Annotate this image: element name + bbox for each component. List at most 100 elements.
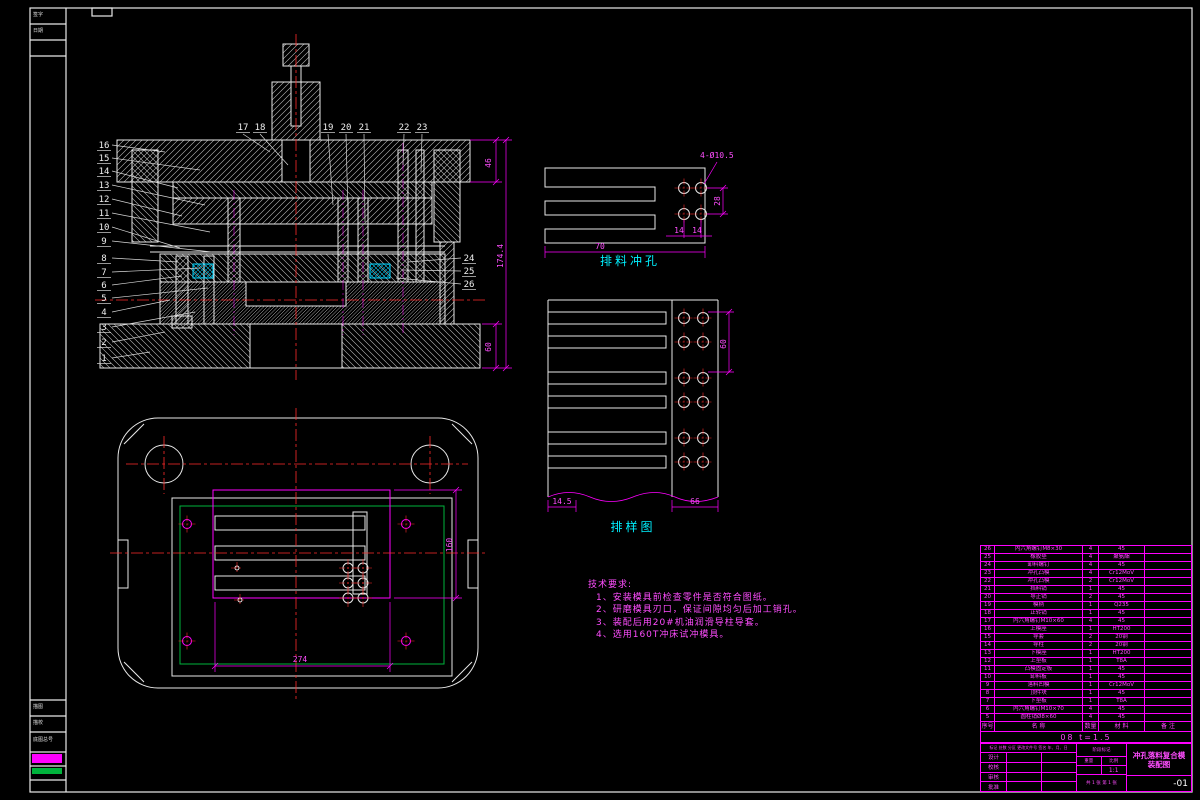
table-row: 6 内六角螺钉M10×70 4 45	[981, 706, 1191, 714]
layer-swatch-magenta	[32, 754, 62, 763]
part-number: 4	[101, 308, 106, 318]
part-number: 20	[341, 123, 352, 133]
strip-slot	[547, 311, 667, 325]
role-approve: 批准	[981, 782, 1007, 791]
plan-dims: 274 160	[214, 489, 462, 672]
margin-label: 描校	[33, 720, 44, 726]
part-number: 8	[101, 254, 106, 264]
table-row: 23 冲孔凸模 4 Cr12MoV	[981, 570, 1191, 578]
part-number: 10	[99, 223, 110, 233]
guide-bushing-right	[433, 149, 461, 243]
strip-slot	[547, 395, 667, 409]
punch-detail-label: 排料冲孔	[600, 253, 660, 268]
part-number: 25	[464, 267, 475, 277]
part-number: 13	[99, 181, 110, 191]
table-row: 16 上模座 1 HT200	[981, 626, 1191, 634]
table-row: 10 卸料板 1 45	[981, 674, 1191, 682]
table-row: 9 落料凹模 1 Cr12MoV	[981, 682, 1191, 690]
detail-dims: 4-Ø10.5 28 70 14 14	[544, 150, 734, 258]
dim-width: 70	[595, 242, 605, 251]
role-review: 审核	[981, 772, 1007, 782]
part-number: 11	[99, 209, 110, 219]
table-row: 22 冲孔凸模 2 Cr12MoV	[981, 578, 1191, 586]
title-block-header: 标记 处数 分区 更改文件号 签名 年、月、日	[981, 744, 1076, 753]
dim-upper-plate: 46	[484, 158, 493, 168]
table-row: 19 模柄 1 Q235	[981, 602, 1191, 610]
svg-text:14: 14	[692, 226, 702, 235]
role-design: 设计	[981, 753, 1007, 762]
material-row: 08 t=1.5	[1060, 732, 1112, 742]
title-block: 标记 处数 分区 更改文件号 签名 年、月、日 设计 校核 审核 批准 阶段标记…	[980, 743, 1192, 792]
part-number: 14	[99, 167, 110, 177]
role-check: 校核	[981, 762, 1007, 772]
table-row: 17 内六角螺钉M10×60 4 45	[981, 618, 1191, 626]
dim-holes: 4-Ø10.5	[700, 150, 734, 160]
part-number: 2	[101, 338, 106, 348]
dim-strip-width: 66	[690, 497, 700, 506]
section-view	[99, 43, 481, 369]
part-number: 21	[359, 123, 370, 133]
table-row: 24 卸料螺钉 4 45	[981, 562, 1191, 570]
margin-label: 签字	[33, 12, 44, 18]
table-row: 20 导正销 2 45	[981, 594, 1191, 602]
parts-table-header: 序号 名 称 数量 材 料 备 注	[981, 722, 1191, 732]
cad-drawing[interactable]: 46 174.4 60 274 160 4-Ø10.5 28 70 14 14 …	[0, 0, 1200, 800]
strip-slot	[547, 371, 667, 385]
punch-holder-plate	[172, 197, 433, 225]
table-row: 25 橡胶垫 4 聚氨酯	[981, 554, 1191, 562]
plan-view	[117, 417, 479, 689]
table-row: 8 顶件块 1 45	[981, 690, 1191, 698]
parts-table-rows: 26 内六角螺钉M8×30 4 45 25 橡胶垫 4 聚氨酯 24 卸料螺钉 4 45 23 冲孔凸模 4…	[981, 546, 1191, 722]
tech-note-line: 2、研磨模具刃口，保证间隙均匀后加工销孔。	[596, 605, 803, 615]
dim-pitch: 28	[713, 196, 722, 206]
strip-layout-label: 排样图	[610, 519, 655, 534]
part-number: 18	[255, 123, 266, 133]
table-row: 7 下垫板 1 T8A	[981, 698, 1191, 706]
table-row: 15 导套 2 20钢	[981, 634, 1191, 642]
part-number: 19	[323, 123, 334, 133]
layer-swatch-green	[32, 768, 62, 774]
tech-note-line: 1、安装模具前检查零件是否符合图纸。	[596, 592, 773, 603]
scale-label: 比例	[1109, 759, 1119, 764]
strip-slot	[547, 335, 667, 349]
dim-lower-plate: 60	[484, 342, 493, 352]
part-number: 17	[238, 123, 249, 133]
svg-text:14: 14	[674, 226, 684, 235]
upper-pad-plate	[172, 181, 433, 199]
part-number: 24	[464, 254, 475, 264]
margin-label: 描图	[33, 704, 44, 710]
part-number: 16	[99, 141, 110, 151]
part-number: 3	[101, 323, 106, 333]
part-number: 1	[101, 354, 106, 364]
rubber-block	[369, 263, 391, 279]
dim-plan-height: 160	[445, 538, 454, 553]
stage-label: 阶段标记	[1077, 744, 1126, 757]
strip-slots-holes	[547, 308, 713, 472]
table-row: 21 挡料销 1 45	[981, 586, 1191, 594]
strip-slot	[547, 455, 667, 469]
tech-notes: 技术要求: 1、安装模具前检查零件是否符合图纸。 2、研磨模具刃口，保证间隙均匀…	[588, 579, 803, 642]
part-number: 6	[101, 281, 106, 291]
part-number: 15	[99, 154, 110, 164]
dim-step: 60	[719, 339, 728, 349]
table-row: 11 凸模固定板 1 45	[981, 666, 1191, 674]
parts-table: 26 内六角螺钉M8×30 4 45 25 橡胶垫 4 聚氨酯 24 卸料螺钉 4 45 23 冲孔凸模 4…	[980, 545, 1192, 743]
part-number: 5	[101, 294, 106, 304]
die-slot	[214, 515, 366, 531]
strip-layout-view	[547, 299, 719, 502]
part-number: 26	[464, 280, 475, 290]
strip-slot	[547, 431, 667, 445]
dim-plan-width: 274	[293, 655, 308, 664]
part-number: 7	[101, 268, 106, 278]
tech-note-line: 4、选用160T冲床试冲模具。	[596, 630, 730, 640]
scale-value: 1:1	[1108, 766, 1119, 774]
drawing-number: -01	[1173, 778, 1188, 789]
tech-notes-title: 技术要求:	[588, 580, 633, 590]
table-row: 5 圆柱销Ø8×60 4 45	[981, 714, 1191, 722]
table-row: 18 止转销 1 45	[981, 610, 1191, 618]
rubber-block	[192, 263, 214, 279]
plan-holes	[178, 515, 415, 650]
part-number: 12	[99, 195, 110, 205]
part-number: 23	[417, 123, 428, 133]
dim-margin: 14.5	[552, 497, 571, 506]
